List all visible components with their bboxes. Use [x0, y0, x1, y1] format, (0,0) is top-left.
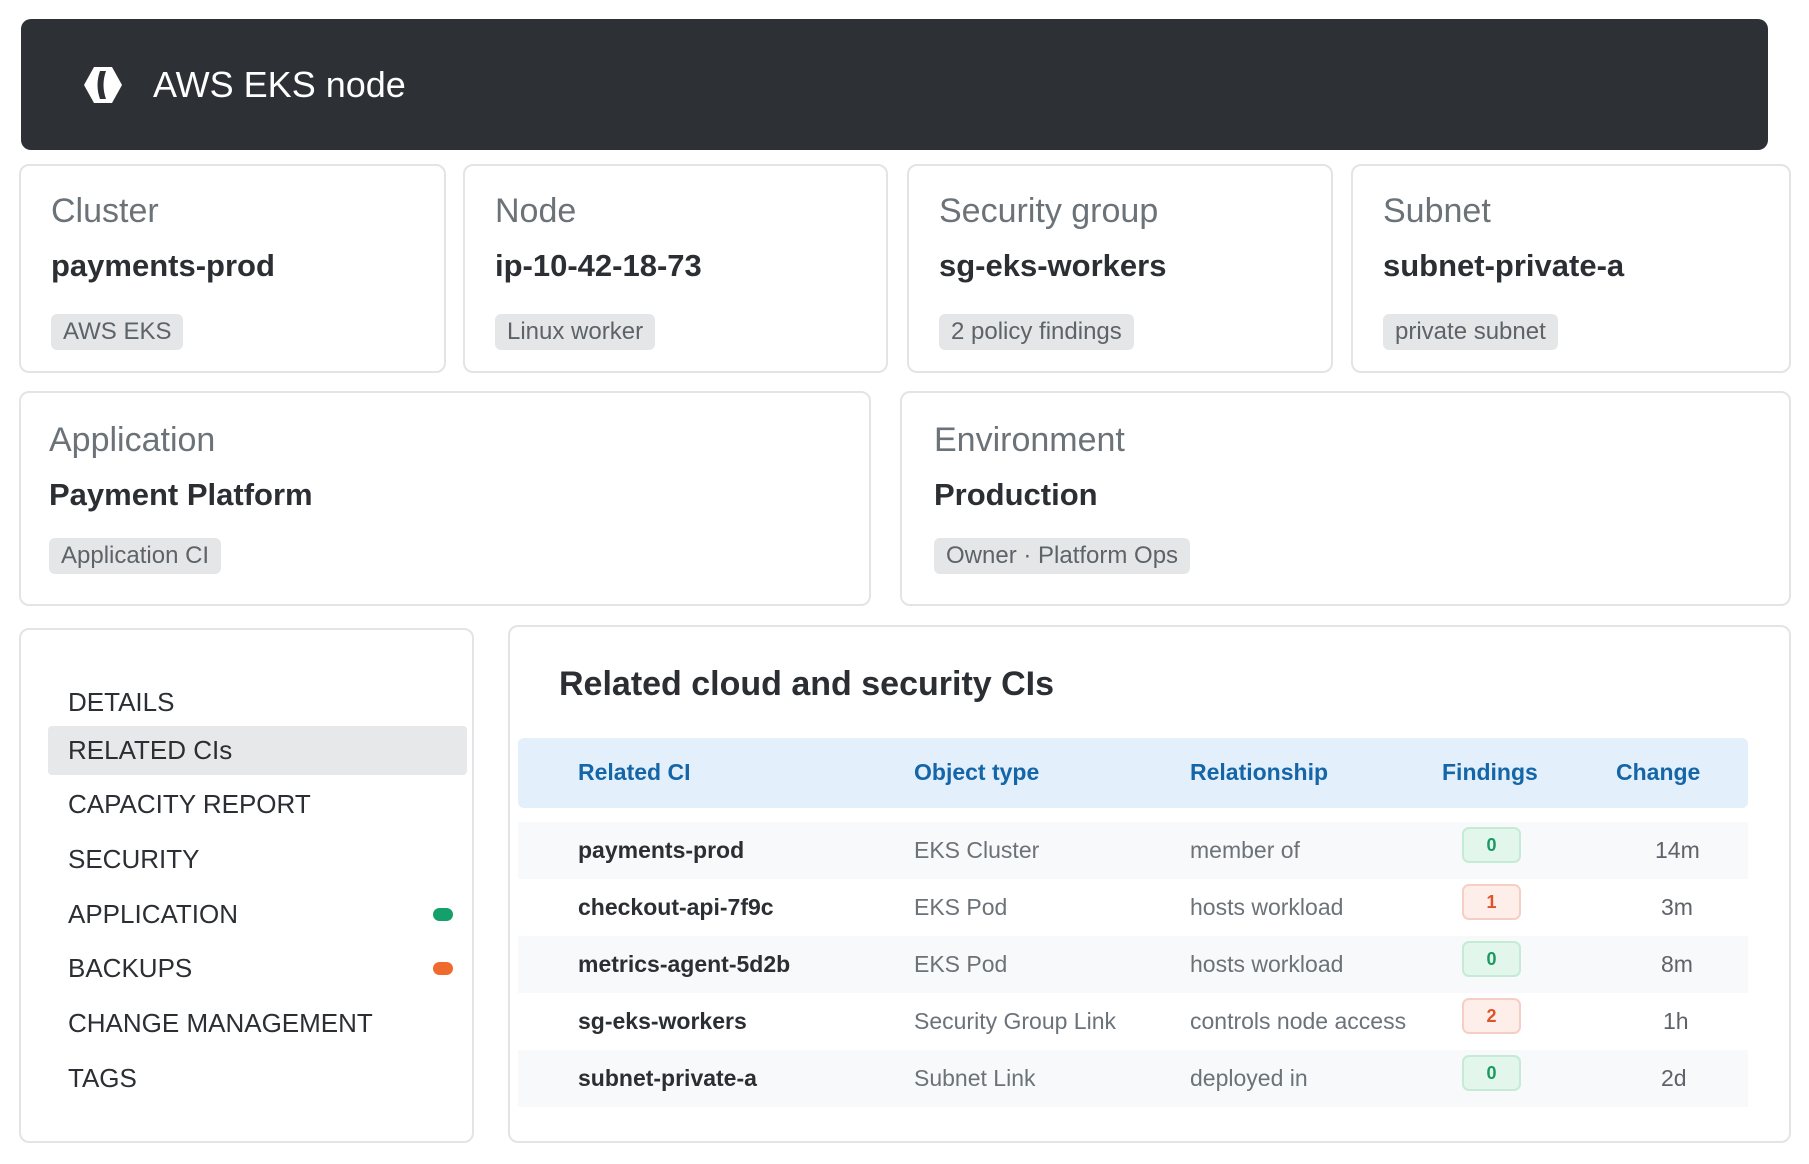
table-row[interactable]: subnet-private-a Subnet Link deployed in… [518, 1050, 1748, 1107]
card-label: Node [495, 192, 577, 230]
related-cis-panel: Related cloud and security CIs Related C… [508, 625, 1791, 1143]
card-label: Environment [934, 421, 1125, 459]
cell-change: 3m [1661, 894, 1693, 920]
column-header[interactable]: Findings [1442, 759, 1538, 786]
nav-item-label: SECURITY [68, 844, 200, 874]
card-value: subnet-private-a [1383, 248, 1625, 283]
nav-item-label: CHANGE MANAGEMENT [68, 1008, 373, 1038]
cell-object-type: EKS Cluster [914, 837, 1040, 863]
subnet-card[interactable]: Subnet subnet-private-a private subnet [1351, 164, 1791, 373]
cell-related-ci: metrics-agent-5d2b [578, 951, 791, 977]
card-chip: Linux worker [495, 314, 656, 350]
security-group-card[interactable]: Security group sg-eks-workers 2 policy f… [907, 164, 1333, 373]
cell-relationship: hosts workload [1190, 894, 1344, 920]
panel-title: Related cloud and security CIs [559, 665, 1055, 703]
cell-change: 14m [1655, 837, 1700, 863]
cluster-card[interactable]: Cluster payments-prod AWS EKS [19, 164, 446, 373]
column-header[interactable]: Relationship [1190, 759, 1328, 786]
page-header: AWS EKS node [21, 19, 1768, 150]
table-row[interactable]: checkout-api-7f9c EKS Pod hosts workload… [518, 879, 1748, 936]
cell-object-type: EKS Pod [914, 951, 1008, 977]
table-header: Related CI Object type Relationship Find… [518, 738, 1748, 808]
card-chip: AWS EKS [51, 314, 184, 350]
side-nav: DETAILS RELATED CIs CAPACITY REPORT SECU… [19, 628, 474, 1143]
nav-item-label: BACKUPS [68, 953, 193, 983]
card-value: sg-eks-workers [939, 248, 1167, 283]
card-value: Production [934, 477, 1098, 512]
card-chip: private subnet [1383, 314, 1558, 350]
nav-item-label: RELATED CIs [68, 735, 233, 765]
table-row[interactable]: payments-prod EKS Cluster member of 0 14… [518, 822, 1748, 879]
nav-item-label: DETAILS [68, 687, 175, 717]
findings-badge: 0 [1462, 827, 1521, 863]
card-chip: Application CI [49, 538, 222, 574]
cell-change: 8m [1661, 951, 1693, 977]
column-header[interactable]: Object type [914, 759, 1039, 786]
card-value: ip-10-42-18-73 [495, 248, 702, 283]
nav-item-related-cis[interactable]: RELATED CIs [48, 726, 467, 775]
nav-item-details[interactable]: DETAILS [48, 678, 467, 727]
findings-badge: 1 [1462, 884, 1521, 920]
cell-relationship: hosts workload [1190, 951, 1344, 977]
card-label: Security group [939, 192, 1159, 230]
card-chip: 2 policy findings [939, 314, 1134, 350]
findings-badge: 0 [1462, 941, 1521, 977]
column-header[interactable]: Change [1616, 759, 1700, 786]
nav-item-change-management[interactable]: CHANGE MANAGEMENT [48, 999, 467, 1048]
table-row[interactable]: metrics-agent-5d2b EKS Pod hosts workloa… [518, 936, 1748, 993]
cell-relationship: member of [1190, 837, 1300, 863]
eks-logo-icon [81, 65, 125, 105]
status-dot [433, 962, 453, 975]
application-card[interactable]: Application Payment Platform Application… [19, 391, 871, 606]
nav-item-label: TAGS [68, 1063, 137, 1093]
cell-object-type: Subnet Link [914, 1065, 1036, 1091]
cell-relationship: controls node access [1190, 1008, 1407, 1034]
cell-object-type: EKS Pod [914, 894, 1008, 920]
nav-item-security[interactable]: SECURITY [48, 835, 467, 884]
findings-badge: 2 [1462, 998, 1521, 1034]
cell-related-ci: sg-eks-workers [578, 1008, 747, 1034]
nav-item-tags[interactable]: TAGS [48, 1054, 467, 1103]
page-title: AWS EKS node [153, 63, 406, 105]
column-header[interactable]: Related CI [578, 759, 690, 786]
status-dot [433, 908, 453, 921]
cell-object-type: Security Group Link [914, 1008, 1116, 1034]
nav-item-backups[interactable]: BACKUPS [48, 944, 467, 993]
table-row[interactable]: sg-eks-workers Security Group Link contr… [518, 993, 1748, 1050]
nav-item-label: CAPACITY REPORT [68, 789, 311, 819]
nav-item-capacity-report[interactable]: CAPACITY REPORT [48, 780, 467, 829]
card-label: Subnet [1383, 192, 1491, 230]
cell-change: 1h [1663, 1008, 1689, 1034]
card-value: Payment Platform [49, 477, 313, 512]
environment-card[interactable]: Environment Production Owner · Platform … [900, 391, 1791, 606]
card-chip: Owner · Platform Ops [934, 538, 1191, 574]
cell-related-ci: checkout-api-7f9c [578, 894, 774, 920]
card-label: Cluster [51, 192, 159, 230]
nav-item-label: APPLICATION [68, 899, 239, 929]
card-label: Application [49, 421, 216, 459]
nav-item-application[interactable]: APPLICATION [48, 890, 467, 939]
cell-related-ci: payments-prod [578, 837, 745, 863]
card-value: payments-prod [51, 248, 275, 283]
node-card[interactable]: Node ip-10-42-18-73 Linux worker [463, 164, 888, 373]
cell-related-ci: subnet-private-a [578, 1065, 757, 1091]
cell-relationship: deployed in [1190, 1065, 1308, 1091]
cell-change: 2d [1661, 1065, 1687, 1091]
findings-badge: 0 [1462, 1055, 1521, 1091]
